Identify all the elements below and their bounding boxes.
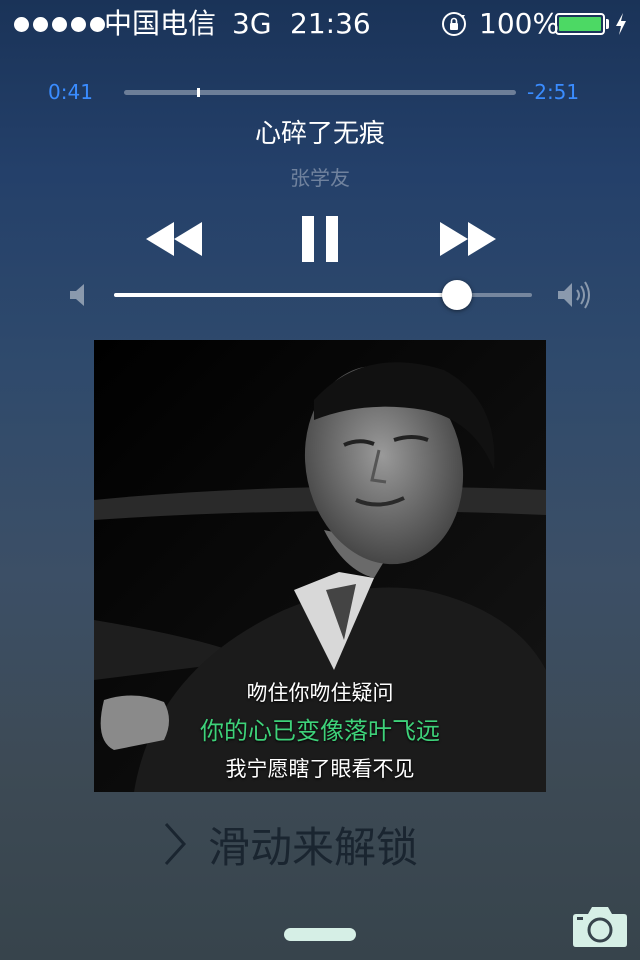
camera-icon[interactable] <box>572 902 628 948</box>
song-title: 心碎了无痕 <box>254 119 385 149</box>
remaining-time: -2:51 <box>527 80 580 104</box>
signal-dots-icon <box>14 0 105 48</box>
charging-bolt-icon <box>616 13 626 35</box>
slide-to-unlock[interactable]: 滑动来解锁 <box>160 812 418 876</box>
chevron-right-icon <box>164 822 187 866</box>
lyric-line-previous: 吻住你吻住疑问 <box>246 681 394 705</box>
progress-playhead[interactable] <box>197 88 201 97</box>
volume-low-icon <box>70 284 84 306</box>
fast-forward-icon[interactable] <box>438 220 496 258</box>
status-time: 21:36 <box>290 7 371 40</box>
carrier-name: 中国电信 <box>104 7 217 40</box>
volume-slider-thumb[interactable] <box>441 280 472 310</box>
battery-icon <box>555 13 605 35</box>
unlock-label: 滑动来解锁 <box>208 822 419 872</box>
rewind-icon[interactable] <box>146 220 204 258</box>
artist-name: 张学友 <box>290 166 350 190</box>
battery-cap <box>606 19 609 29</box>
volume-fill <box>114 293 457 297</box>
volume-high-icon <box>558 281 590 309</box>
network-type: 3G <box>232 7 272 40</box>
pause-icon[interactable] <box>300 216 340 262</box>
status-bar: 中国电信 3G 21:36 100% <box>0 0 640 48</box>
battery-percent: 100% <box>479 7 560 40</box>
control-center-grabber[interactable] <box>284 928 356 941</box>
elapsed-time: 0:41 <box>48 80 93 104</box>
lyric-line-next: 我宁愿瞎了眼看不见 <box>225 757 415 781</box>
lyric-line-current: 你的心已变像落叶飞远 <box>200 717 440 745</box>
album-art: 吻住你吻住疑问 你的心已变像落叶飞远 我宁愿瞎了眼看不见 <box>94 340 546 792</box>
progress-track[interactable] <box>124 90 516 95</box>
rotation-lock-icon <box>442 12 466 36</box>
